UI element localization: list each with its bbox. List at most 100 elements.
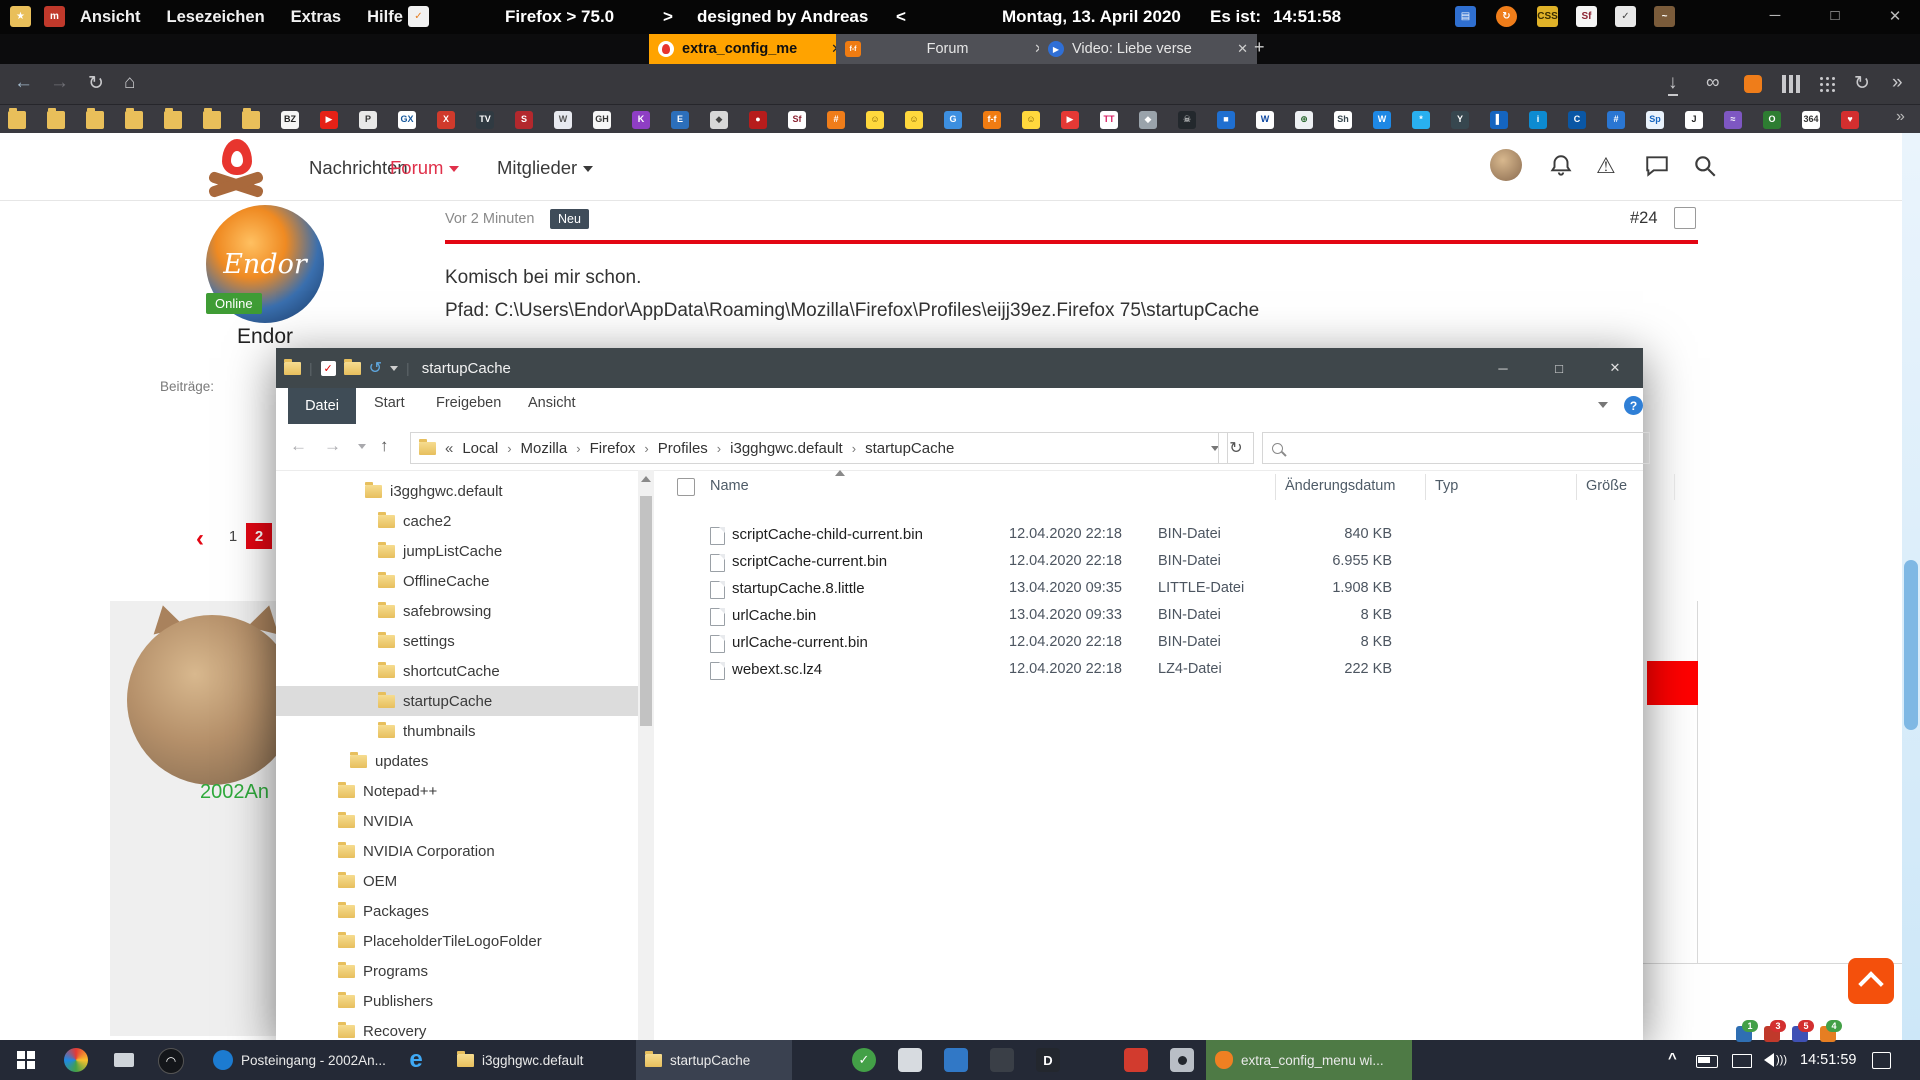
explorer-titlebar[interactable]: | ✓ ↺ | startupCache ─ □ ✕ <box>276 348 1643 388</box>
display-app-icon[interactable] <box>112 1048 136 1072</box>
bookmark-icon[interactable]: J <box>1685 111 1703 129</box>
refresh-tool-icon[interactable]: ↻ <box>1496 6 1517 27</box>
bookmark-icon[interactable]: ≈ <box>1724 111 1742 129</box>
pagination-page-2-current[interactable]: 2 <box>246 523 272 549</box>
post2-author-name[interactable]: 2002An <box>200 781 269 804</box>
explorer-search-input[interactable] <box>1291 439 1605 457</box>
bookmark-icon[interactable]: i <box>1529 111 1547 129</box>
ribbon-tab-start[interactable]: Start <box>374 395 405 411</box>
start-button[interactable] <box>14 1048 38 1072</box>
overflow-chevron-icon[interactable]: » <box>1892 72 1903 94</box>
volume-icon[interactable] <box>1764 1053 1774 1067</box>
file-row[interactable]: urlCache-current.bin 12.04.2020 22:18 BI… <box>655 630 1643 657</box>
screenshot-icon[interactable] <box>1744 75 1762 93</box>
nav-up-icon[interactable]: ↑ <box>380 436 389 456</box>
breadcrumb-item[interactable]: Profiles› <box>658 440 721 457</box>
taskbar-button-folder1[interactable]: i3gghgwc.default <box>448 1040 628 1080</box>
breadcrumb-item[interactable]: Mozilla› <box>521 440 581 457</box>
tree-item[interactable]: Recovery <box>276 1016 638 1040</box>
bookmark-icon[interactable]: ☠ <box>1178 111 1196 129</box>
tree-item[interactable]: cache2 <box>276 506 638 536</box>
window-close-button[interactable]: ✕ <box>1878 7 1912 25</box>
photo-app-icon[interactable]: ◠ <box>158 1048 184 1074</box>
file-row[interactable]: scriptCache-current.bin 12.04.2020 22:18… <box>655 549 1643 576</box>
breadcrumb-collapse[interactable]: « <box>445 440 453 457</box>
warning-icon[interactable]: ⚠ <box>1596 153 1616 179</box>
ribbon-expand-caret-icon[interactable] <box>1598 402 1608 408</box>
tree-item[interactable]: Programs <box>276 956 638 986</box>
breadcrumb-bar[interactable]: « Local›Mozilla›Firefox›Profiles›i3gghgw… <box>410 432 1228 464</box>
bookmark-icon[interactable]: S <box>515 111 533 129</box>
bookmarks-overflow-icon[interactable]: » <box>1896 108 1905 126</box>
downloads-icon[interactable]: ↓ <box>1668 72 1678 96</box>
campfire-logo[interactable] <box>206 139 270 195</box>
properties-check-icon[interactable]: ✓ <box>321 361 336 376</box>
file-row[interactable]: startupCache.8.little 13.04.2020 09:35 L… <box>655 576 1643 603</box>
chat-icon[interactable] <box>1644 153 1670 179</box>
new-folder-icon[interactable] <box>344 362 361 375</box>
edge-icon[interactable]: e <box>404 1048 428 1072</box>
tree-item[interactable]: thumbnails <box>276 716 638 746</box>
tab-extra-config[interactable]: extra_config_me ✕ <box>649 34 851 64</box>
bookmark-icon[interactable]: K <box>632 111 650 129</box>
bookmark-icon[interactable]: ⊕ <box>1295 111 1313 129</box>
post2-author-avatar[interactable] <box>127 615 297 785</box>
css-icon[interactable]: CSS <box>1537 6 1558 27</box>
select-all-checkbox[interactable] <box>677 478 695 496</box>
tree-item[interactable]: safebrowsing <box>276 596 638 626</box>
bookmark-icon[interactable]: TT <box>1100 111 1118 129</box>
tree-item[interactable]: OfflineCache <box>276 566 638 596</box>
bookmark-icon[interactable]: ▌ <box>1490 111 1508 129</box>
column-type[interactable]: Typ <box>1435 478 1458 494</box>
battery-icon[interactable] <box>1696 1055 1718 1068</box>
tray-badge-icon[interactable]: 1 <box>1736 1026 1752 1042</box>
bookmark-icon[interactable]: E <box>671 111 689 129</box>
explorer-close-button[interactable]: ✕ <box>1587 348 1643 388</box>
bookmark-icon[interactable]: ♥ <box>1841 111 1859 129</box>
tree-item[interactable]: Notepad++ <box>276 776 638 806</box>
tool-icon-d[interactable]: D <box>1036 1048 1060 1072</box>
bookmark-icon[interactable]: Sh <box>1334 111 1352 129</box>
bookmark-icon[interactable]: C <box>1568 111 1586 129</box>
sync-infinity-icon[interactable]: ∞ <box>1706 72 1720 94</box>
breadcrumb-item[interactable]: startupCache <box>865 440 963 457</box>
bookmark-icon[interactable]: W <box>554 111 572 129</box>
nav-back-icon[interactable]: ← <box>290 436 307 456</box>
menu-item[interactable]: Extras <box>291 8 341 27</box>
quick-access-caret-icon[interactable] <box>390 366 398 371</box>
bookmark-icon[interactable]: TV <box>476 111 494 129</box>
file-row[interactable]: webext.sc.lz4 12.04.2020 22:18 LZ4-Datei… <box>655 657 1643 684</box>
bookmark-icon[interactable]: * <box>1412 111 1430 129</box>
reload-button[interactable]: ↻ <box>88 72 104 95</box>
tab-close-icon[interactable]: ✕ <box>1237 41 1248 57</box>
tree-item[interactable]: startupCache <box>276 686 638 716</box>
update-ok-icon[interactable]: ✓ <box>852 1048 876 1072</box>
new-tab-button[interactable]: + <box>1254 37 1265 58</box>
bookmark-icon[interactable]: ▶ <box>1061 111 1079 129</box>
bookmark-icon[interactable]: f-f <box>983 111 1001 129</box>
bookmark-icon[interactable] <box>86 111 104 129</box>
bookmark-icon[interactable]: ☺ <box>905 111 923 129</box>
calendar-icon[interactable]: m <box>44 6 65 27</box>
undo-icon[interactable]: ↺ <box>369 358 382 378</box>
column-date[interactable]: Änderungsdatum <box>1285 478 1395 494</box>
bookmark-icon[interactable]: ◆ <box>710 111 728 129</box>
explorer-search-box[interactable] <box>1262 432 1650 464</box>
menu-item[interactable]: Ansicht <box>80 8 141 27</box>
column-size[interactable]: Größe <box>1586 478 1627 494</box>
tree-item[interactable]: shortcutCache <box>276 656 638 686</box>
notepad-pen-icon[interactable]: ✓ <box>1615 6 1636 27</box>
search-icon[interactable] <box>1692 153 1718 179</box>
taskbar-button-folder2[interactable]: startupCache <box>636 1040 792 1080</box>
tray-clock[interactable]: 14:51:59 <box>1800 1052 1856 1068</box>
bookmark-icon[interactable]: ● <box>749 111 767 129</box>
tree-item[interactable]: Packages <box>276 896 638 926</box>
explorer-maximize-button[interactable]: □ <box>1531 348 1587 388</box>
pagination-prev-icon[interactable]: ‹ <box>196 525 204 553</box>
bookmark-icon[interactable]: ■ <box>1217 111 1235 129</box>
post-number[interactable]: #24 <box>1630 209 1658 228</box>
bookmark-icon[interactable]: ☺ <box>866 111 884 129</box>
bookmark-icon[interactable] <box>203 111 221 129</box>
window-minimize-button[interactable]: ─ <box>1758 7 1792 24</box>
tool-icon-red[interactable] <box>1124 1048 1148 1072</box>
